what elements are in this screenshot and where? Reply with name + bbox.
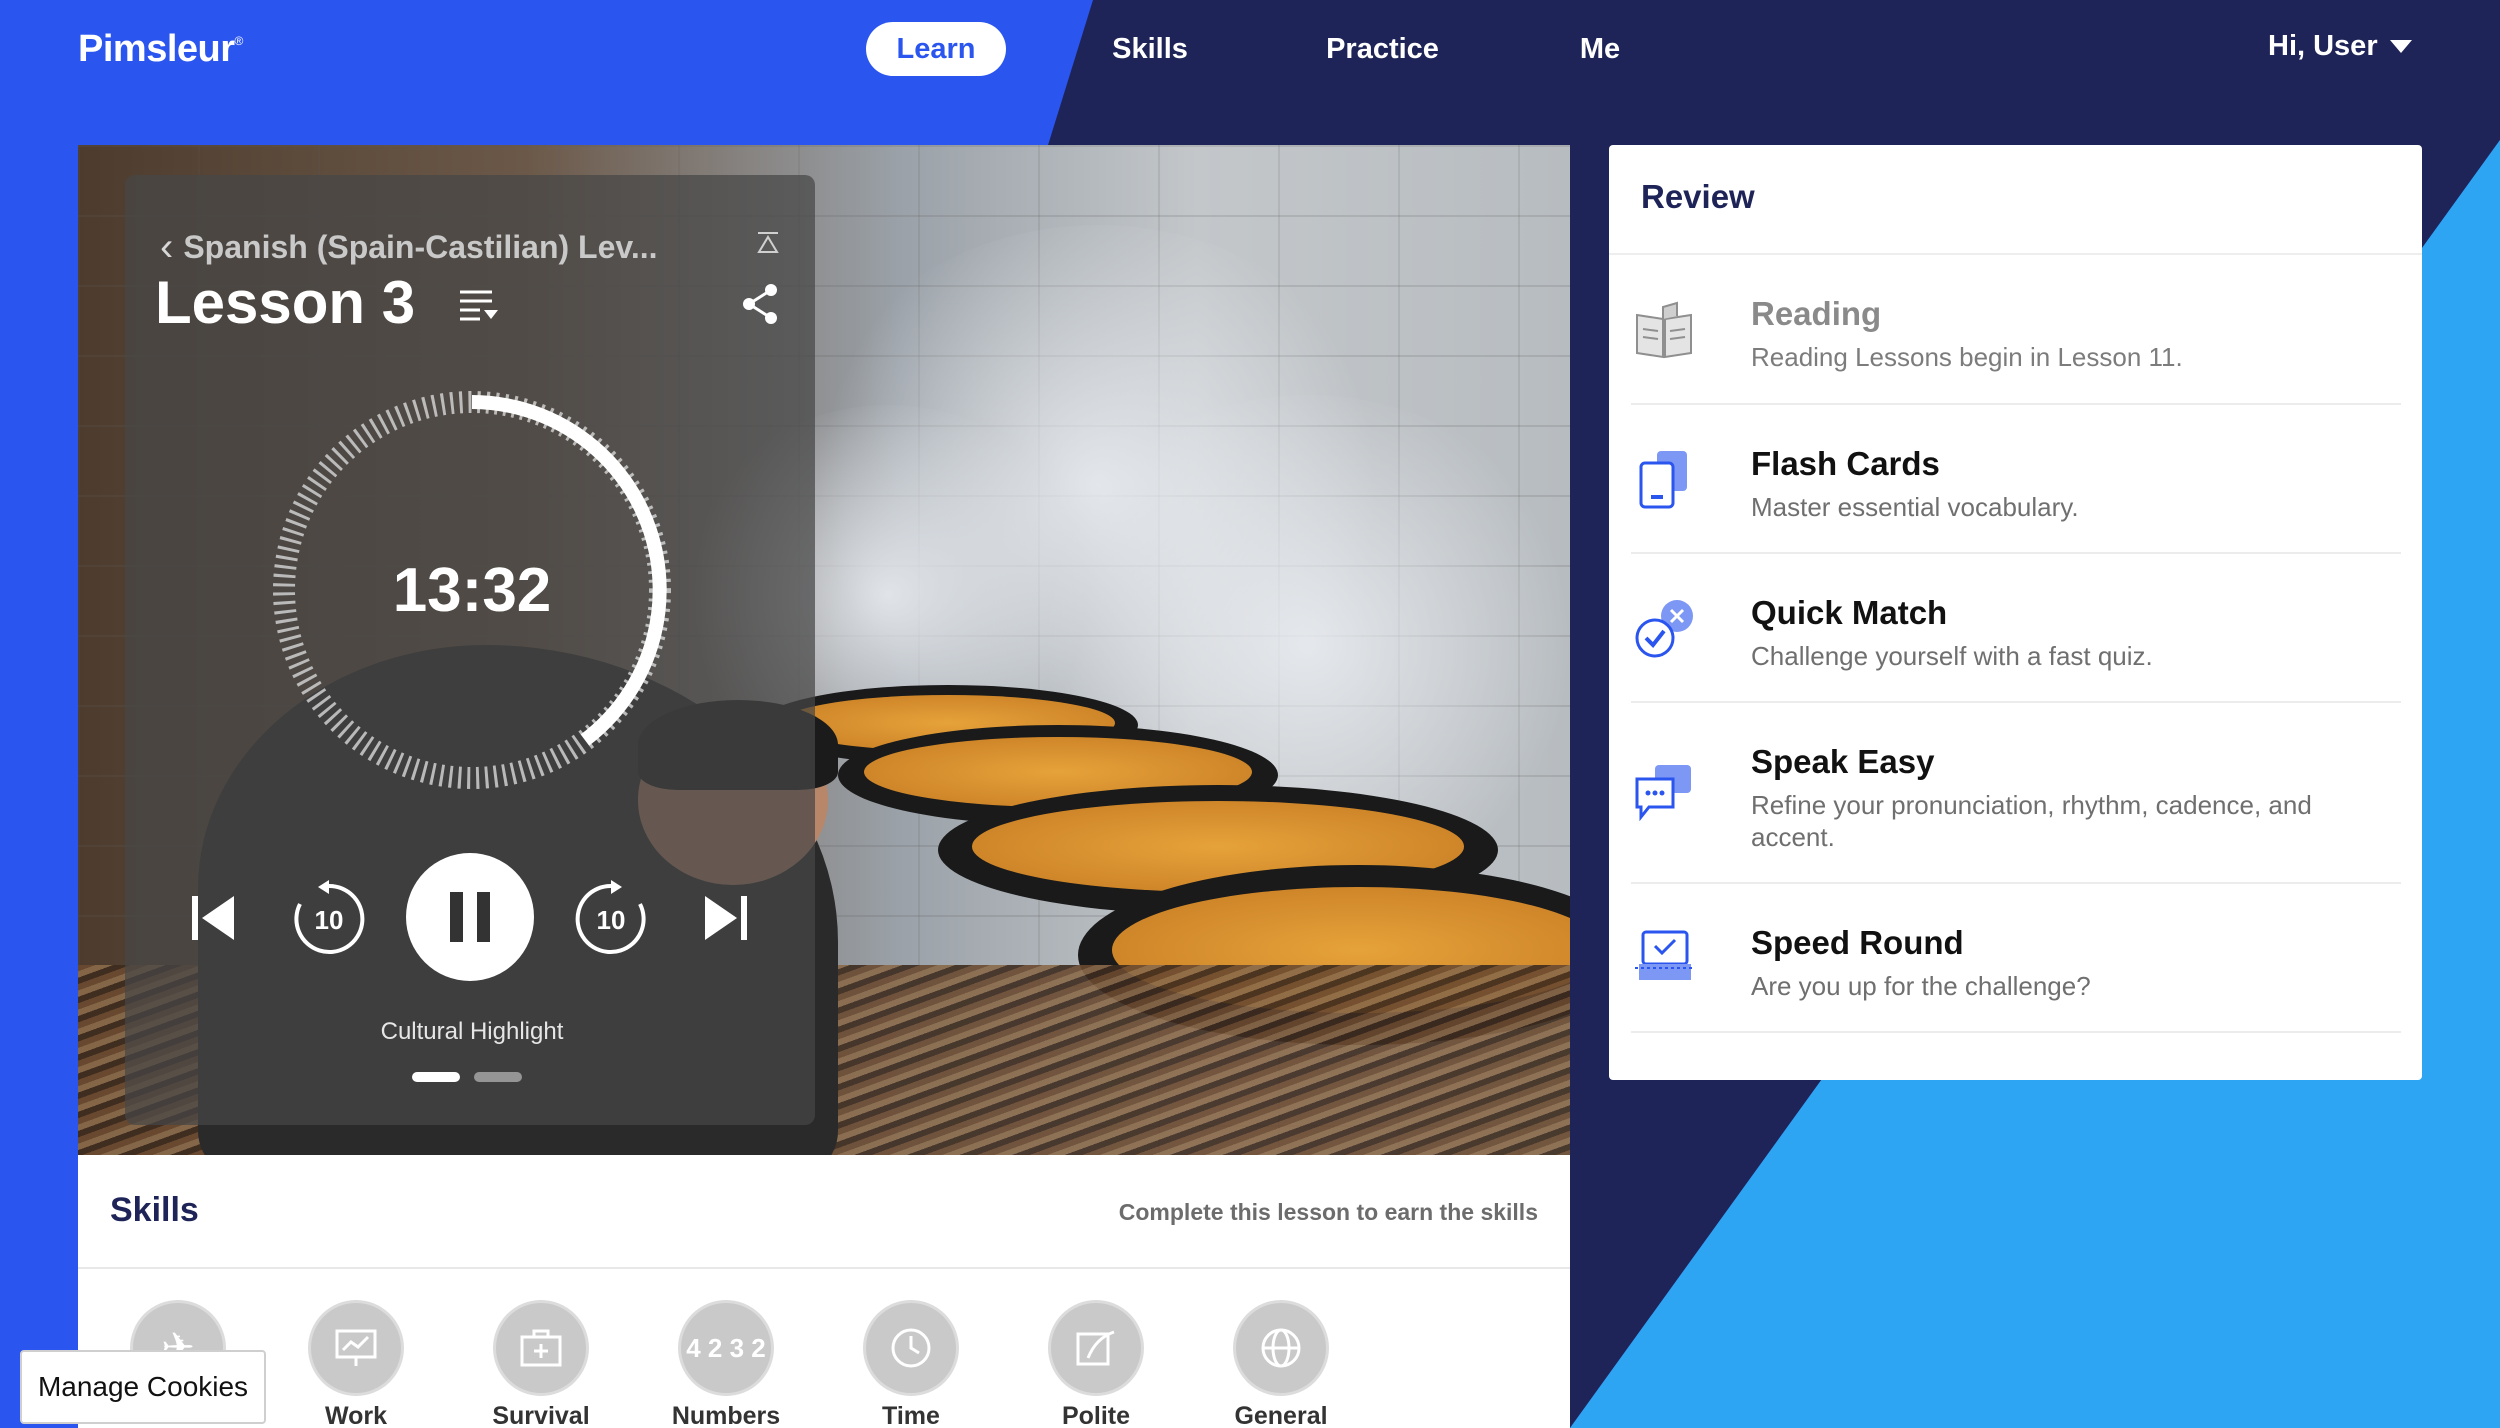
skill-label: Polite (1061, 1402, 1131, 1428)
flash-cards-icon (1639, 451, 1687, 509)
pause-bar-left (450, 892, 463, 942)
course-title-text: Spanish (Spain-Castilian) Lev... (183, 229, 658, 265)
review-item-title: Reading (1751, 295, 1882, 332)
presentation-icon (308, 1300, 404, 1396)
skill-work[interactable]: Work (286, 1300, 426, 1428)
slide-dot[interactable] (474, 1072, 522, 1082)
course-title-link[interactable]: ‹ Spanish (Spain-Castilian) Lev... (160, 225, 750, 270)
skills-title: Skills (110, 1191, 199, 1229)
skill-label: Survival (492, 1402, 590, 1428)
review-item-speed-round[interactable]: Speed Round Are you up for the challenge… (1631, 884, 2401, 1033)
review-item-desc: Master essential vocabulary. (1751, 492, 2079, 522)
clock-icon (863, 1300, 959, 1396)
skill-numbers[interactable]: 4 2 3 2 Numbers (656, 1300, 796, 1428)
manage-cookies-button[interactable]: Manage Cookies (20, 1350, 266, 1424)
user-greeting: Hi, User (2268, 30, 2378, 62)
previous-track-icon[interactable] (190, 890, 236, 946)
share-icon[interactable] (740, 282, 780, 326)
skills-note: Complete this lesson to earn the skills (1118, 1199, 1538, 1225)
logo-registered-mark: ® (234, 34, 244, 48)
globe-icon (1233, 1300, 1329, 1396)
skills-panel: Skills Complete this lesson to earn the … (78, 1155, 1570, 1428)
review-item-title: Quick Match (1751, 594, 1948, 631)
caret-down-icon (2389, 40, 2412, 53)
skill-label: General (1234, 1402, 1328, 1428)
numbers-icon: 4 2 3 2 (678, 1300, 774, 1396)
forward-icon: 10 (575, 880, 646, 954)
review-item-title: Speak Easy (1751, 743, 1935, 780)
chevron-left-icon: ‹ (160, 225, 174, 269)
rewind-10-button[interactable]: 10 (290, 880, 368, 958)
slide-dot-active[interactable] (412, 1072, 460, 1082)
review-item-desc: Refine your pronunciation, rhythm, caden… (1751, 790, 2312, 852)
review-item-quick-match[interactable]: Quick Match Challenge yourself with a fa… (1631, 554, 2401, 703)
review-item-desc: Are you up for the challenge? (1751, 971, 2091, 1001)
review-panel: Review Reading Reading Lessons begin in … (1609, 145, 2422, 1080)
skill-label: Work (324, 1402, 388, 1428)
slide-caption: Cultural Highlight (380, 1018, 564, 1045)
user-menu[interactable]: Hi, User (2268, 30, 2412, 63)
skill-label: Numbers (671, 1402, 781, 1428)
skill-time[interactable]: Time (841, 1300, 981, 1428)
nav-practice[interactable]: Practice (1310, 22, 1455, 76)
divider (78, 1267, 1570, 1269)
skill-polite[interactable]: Polite (1026, 1300, 1166, 1428)
review-item-speak-easy[interactable]: Speak Easy Refine your pronunciation, rh… (1631, 703, 2401, 884)
letter-icon (1048, 1300, 1144, 1396)
review-title: Review (1641, 178, 1755, 215)
rewind-icon: 10 (294, 880, 365, 954)
forward-seconds: 10 (597, 905, 626, 935)
review-item-title: Speed Round (1751, 924, 1964, 961)
pause-button[interactable] (406, 853, 534, 981)
pimsleur-logo[interactable]: Pimsleur® (78, 28, 243, 71)
nav-learn[interactable]: Learn (866, 22, 1006, 76)
forward-10-button[interactable]: 10 (572, 880, 650, 958)
rewind-seconds: 10 (315, 905, 344, 935)
review-item-title: Flash Cards (1751, 445, 1940, 482)
collapse-icon[interactable] (755, 230, 781, 256)
logo-text: Pimsleur (78, 28, 235, 70)
remaining-time: 13:32 (392, 556, 552, 625)
review-item-desc: Reading Lessons begin in Lesson 11. (1751, 342, 2183, 372)
next-track-icon[interactable] (703, 890, 749, 946)
slide-indicator[interactable] (412, 1072, 522, 1082)
nav-me[interactable]: Me (1560, 22, 1640, 76)
nav-skills[interactable]: Skills (1100, 22, 1200, 76)
review-item-desc: Challenge yourself with a fast quiz. (1751, 641, 2153, 671)
quick-match-icon (1635, 600, 1693, 658)
speech-bubbles-icon (1635, 765, 1691, 822)
book-icon (1636, 301, 1692, 359)
first-aid-icon (493, 1300, 589, 1396)
skill-survival[interactable]: Survival (471, 1300, 611, 1428)
skill-label: Time (882, 1402, 940, 1428)
pause-bar-right (477, 892, 490, 942)
skill-general[interactable]: General (1211, 1300, 1351, 1428)
review-item-flash-cards[interactable]: Flash Cards Master essential vocabulary. (1631, 405, 2401, 554)
review-item-reading: Reading Reading Lessons begin in Lesson … (1631, 255, 2401, 405)
lesson-title: Lesson 3 (155, 269, 416, 336)
speed-round-icon (1635, 930, 1693, 980)
playlist-icon[interactable] (458, 288, 500, 322)
